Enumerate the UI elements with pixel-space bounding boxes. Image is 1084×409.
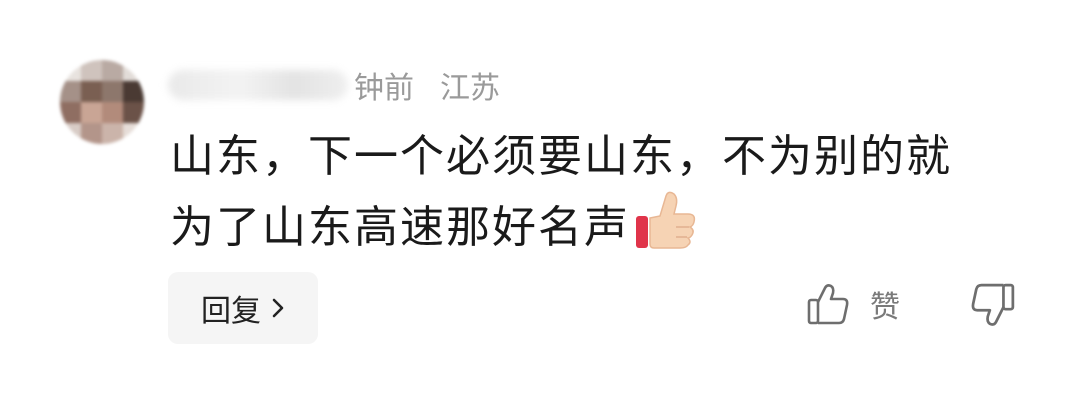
thumbs-up-outline-icon	[807, 284, 849, 325]
thumbs-up-icon	[634, 190, 698, 250]
comment-text-line-1: 山东，下一个必须要山东，不为别的就	[170, 131, 952, 182]
reply-button[interactable]: 回复	[168, 272, 318, 344]
comment-location: 江苏	[440, 71, 500, 106]
comment-text-line-2-wrap: 为了山东高速那好名声	[170, 190, 1010, 261]
avatar[interactable]	[60, 60, 144, 144]
like-label: 赞	[870, 290, 900, 325]
reply-label: 回复	[201, 294, 261, 329]
comment-text: 山东，下一个必须要山东，不为别的就 为了山东高速那好名声	[170, 124, 1010, 261]
like-button[interactable]: 赞	[806, 282, 900, 326]
username-blurred[interactable]	[168, 70, 348, 100]
comment-text-line-2: 为了山东高速那好名声	[170, 202, 630, 253]
chevron-right-icon	[272, 298, 284, 318]
thumbs-down-outline-icon	[971, 283, 1015, 326]
comment-time: 钟前	[354, 71, 414, 106]
comment-meta: 钟前 江苏	[168, 62, 500, 108]
comment-item: 钟前 江苏 山东，下一个必须要山东，不为别的就 为了山东高速那好名声 回复 赞	[0, 0, 1084, 409]
dislike-button[interactable]	[970, 282, 1016, 332]
